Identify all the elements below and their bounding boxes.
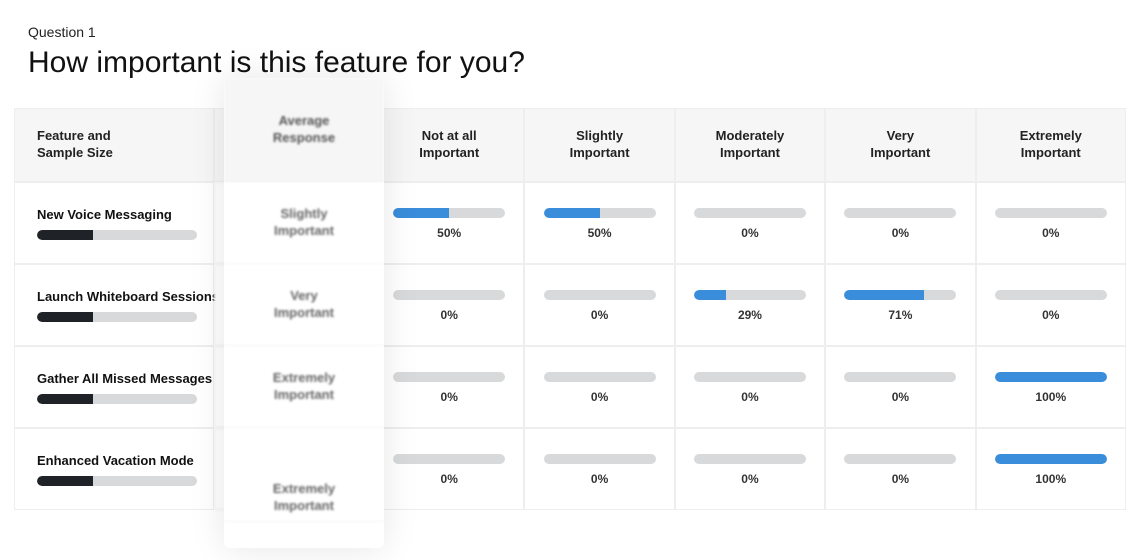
- dist-pct-label: 0%: [836, 390, 964, 404]
- dist-cell: 0%: [374, 264, 524, 346]
- dist-pct-label: 100%: [987, 390, 1115, 404]
- dist-pct-label: 0%: [686, 390, 814, 404]
- dist-bar: [544, 208, 656, 218]
- sample-size-bar: [37, 312, 197, 322]
- dist-pct-label: 0%: [987, 226, 1115, 240]
- dist-pct-label: 0%: [535, 472, 663, 486]
- feature-cell: Enhanced Vacation Mode: [14, 428, 214, 510]
- dist-cell: 0%: [524, 264, 674, 346]
- question-title: How important is this feature for you?: [28, 46, 1112, 80]
- feature-name: New Voice Messaging: [37, 207, 201, 222]
- dist-cell: 71%: [825, 264, 975, 346]
- dist-pct-label: 0%: [836, 226, 964, 240]
- dist-cell: 0%: [374, 346, 524, 428]
- dist-pct-label: 0%: [836, 472, 964, 486]
- feature-name: Launch Whiteboard Sessions: [37, 289, 201, 304]
- dist-pct-label: 0%: [385, 308, 513, 322]
- table-row: Enhanced Vacation Mode ExtremelyImportant…: [14, 428, 1126, 510]
- dist-pct-label: 0%: [385, 390, 513, 404]
- question-label: Question 1: [28, 24, 1112, 40]
- dist-bar: [544, 454, 656, 464]
- dist-pct-label: 29%: [686, 308, 814, 322]
- dist-cell: 0%: [825, 182, 975, 264]
- avg-response-cell: ExtremelyImportant: [214, 428, 374, 510]
- dist-cell: 50%: [524, 182, 674, 264]
- feature-cell: Launch Whiteboard Sessions: [14, 264, 214, 346]
- header-feature: Feature andSample Size: [14, 108, 214, 182]
- dist-bar: [694, 290, 806, 300]
- header-avg: AverageResponse: [214, 108, 374, 182]
- dist-cell: 0%: [976, 264, 1126, 346]
- dist-cell: 29%: [675, 264, 825, 346]
- feature-name: Enhanced Vacation Mode: [37, 453, 201, 468]
- dist-cell: 0%: [675, 346, 825, 428]
- dist-pct-label: 50%: [535, 226, 663, 240]
- results-table: Feature andSample Size AverageResponse N…: [14, 108, 1126, 510]
- dist-bar: [694, 372, 806, 382]
- avg-response-cell: SlightlyImportant: [214, 182, 374, 264]
- dist-cell: 0%: [374, 428, 524, 510]
- dist-cell: 0%: [825, 346, 975, 428]
- dist-bar: [844, 290, 956, 300]
- dist-pct-label: 100%: [987, 472, 1115, 486]
- header-rating-0: Not at allImportant: [374, 108, 524, 182]
- dist-cell: 50%: [374, 182, 524, 264]
- header-row: Feature andSample Size AverageResponse N…: [14, 108, 1126, 182]
- dist-pct-label: 0%: [385, 472, 513, 486]
- avg-response-cell: VeryImportant: [214, 264, 374, 346]
- header-rating-4: ExtremelyImportant: [976, 108, 1126, 182]
- dist-pct-label: 71%: [836, 308, 964, 322]
- table-row: Launch Whiteboard Sessions VeryImportant 0…: [14, 264, 1126, 346]
- feature-name: Gather All Missed Messages: [37, 371, 201, 386]
- dist-bar: [393, 208, 505, 218]
- dist-cell: 0%: [675, 428, 825, 510]
- dist-bar: [995, 454, 1107, 464]
- dist-cell: 100%: [976, 428, 1126, 510]
- dist-pct-label: 0%: [535, 390, 663, 404]
- results-table-wrap: Feature andSample Size AverageResponse N…: [14, 108, 1126, 510]
- dist-bar: [694, 454, 806, 464]
- dist-bar: [544, 372, 656, 382]
- dist-bar: [995, 290, 1107, 300]
- dist-cell: 0%: [524, 428, 674, 510]
- avg-response-cell: ExtremelyImportant: [214, 346, 374, 428]
- dist-cell: 100%: [976, 346, 1126, 428]
- dist-bar: [544, 290, 656, 300]
- feature-cell: New Voice Messaging: [14, 182, 214, 264]
- dist-bar: [844, 372, 956, 382]
- dist-bar: [844, 454, 956, 464]
- dist-bar: [694, 208, 806, 218]
- dist-bar: [995, 208, 1107, 218]
- dist-bar: [393, 454, 505, 464]
- header-rating-1: SlightlyImportant: [524, 108, 674, 182]
- header-rating-3: VeryImportant: [825, 108, 975, 182]
- dist-bar: [393, 372, 505, 382]
- table-row: Gather All Missed Messages ExtremelyImpor…: [14, 346, 1126, 428]
- table-row: New Voice Messaging SlightlyImportant 50% 5…: [14, 182, 1126, 264]
- dist-cell: 0%: [825, 428, 975, 510]
- dist-pct-label: 0%: [987, 308, 1115, 322]
- dist-pct-label: 0%: [535, 308, 663, 322]
- dist-pct-label: 50%: [385, 226, 513, 240]
- dist-cell: 0%: [524, 346, 674, 428]
- dist-cell: 0%: [675, 182, 825, 264]
- dist-bar: [995, 372, 1107, 382]
- sample-size-bar: [37, 394, 197, 404]
- feature-cell: Gather All Missed Messages: [14, 346, 214, 428]
- dist-pct-label: 0%: [686, 226, 814, 240]
- dist-cell: 0%: [976, 182, 1126, 264]
- dist-bar: [393, 290, 505, 300]
- dist-pct-label: 0%: [686, 472, 814, 486]
- sample-size-bar: [37, 230, 197, 240]
- dist-bar: [844, 208, 956, 218]
- sample-size-bar: [37, 476, 197, 486]
- header-rating-2: ModeratelyImportant: [675, 108, 825, 182]
